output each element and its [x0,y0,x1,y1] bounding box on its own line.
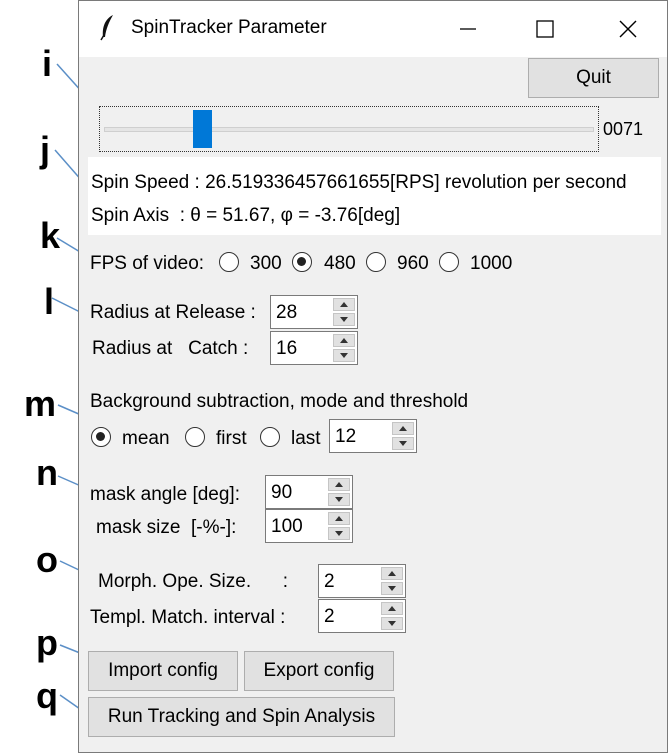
radius-release-label: Radius at Release : [90,302,256,323]
radius-release-down-arrow[interactable] [333,313,355,326]
export-config-button[interactable]: Export config [244,651,394,691]
mask-size-spinbox[interactable]: 100 [265,509,353,543]
spin-result-panel: Spin Speed : 26.519336457661655[RPS] rev… [88,157,661,235]
fps-radio-300[interactable] [219,252,239,272]
callout-p: p [36,622,58,663]
radius-release-spinbox[interactable]: 28 [270,295,358,329]
morph-down-arrow[interactable] [381,582,403,595]
radius-catch-value: 16 [276,338,298,359]
mask-size-value: 100 [271,516,303,537]
templ-value: 2 [324,606,335,627]
callout-m: m [24,383,57,424]
app-window: SpinTracker Parameter Quit 0071 Spin Spe… [78,0,668,753]
fps-label: FPS of video: [90,253,205,274]
morph-value: 2 [324,571,335,592]
spin-speed-text: Spin Speed : 26.519336457661655[RPS] rev… [91,172,627,193]
bg-radio-last[interactable] [260,427,280,447]
slider-value: 0071 [603,119,644,139]
mask-angle-down-arrow[interactable] [328,493,350,506]
callout-l: l [44,281,55,322]
radius-catch-spinbox[interactable]: 16 [270,331,358,365]
bg-option-mean: mean [122,428,170,449]
spin-axis-text: Spin Axis : θ = 51.67, φ = -3.76[deg] [91,205,401,226]
fps-radio-480[interactable] [292,252,312,272]
bg-threshold-up-arrow[interactable] [392,422,414,435]
close-button[interactable] [603,9,653,49]
mask-angle-label: mask angle [deg]: [90,484,240,505]
mask-size-down-arrow[interactable] [328,527,350,540]
morph-spinbox[interactable]: 2 [318,564,406,598]
frame-slider[interactable] [99,106,599,152]
run-analysis-button[interactable]: Run Tracking and Spin Analysis [88,697,395,737]
mask-size-up-arrow[interactable] [328,512,350,525]
morph-up-arrow[interactable] [381,567,403,580]
maximize-button[interactable] [519,9,569,49]
mask-angle-spinbox[interactable]: 90 [265,475,353,509]
bg-radio-mean[interactable] [91,427,111,447]
fps-radio-960[interactable] [366,252,386,272]
window-title: SpinTracker Parameter [131,17,327,38]
morph-label: Morph. Ope. Size. : [98,571,289,592]
bg-threshold-down-arrow[interactable] [392,437,414,450]
background-label: Background subtraction, mode and thresho… [90,391,469,412]
callout-q: q [36,675,58,716]
fps-option-1000: 1000 [470,253,513,274]
minimize-button[interactable] [443,9,493,49]
bg-option-last: last [291,428,321,449]
slider-handle[interactable] [193,110,213,148]
radius-catch-label: Radius at Catch : [92,338,249,359]
minimize-icon [460,28,476,30]
callout-i: i [42,43,53,84]
fps-option-960: 960 [397,253,429,274]
radius-catch-up-arrow[interactable] [333,334,355,347]
templ-up-arrow[interactable] [381,602,403,615]
quit-button[interactable]: Quit [528,58,659,98]
radius-release-up-arrow[interactable] [333,298,355,311]
fps-option-480: 480 [324,253,356,274]
bg-threshold-value: 12 [335,426,357,447]
callout-n: n [36,452,58,493]
mask-angle-up-arrow[interactable] [328,478,350,491]
import-config-button[interactable]: Import config [88,651,238,691]
fps-option-300: 300 [250,253,282,274]
mask-angle-value: 90 [271,482,293,503]
callout-k: k [40,215,61,256]
callout-o: o [36,539,58,580]
bg-radio-first[interactable] [185,427,205,447]
templ-spinbox[interactable]: 2 [318,599,406,633]
maximize-icon [536,20,554,38]
slider-track [104,127,594,132]
title-bar: SpinTracker Parameter [79,1,667,57]
mask-size-label: mask size [-%-]: [96,517,237,538]
bg-option-first: first [216,428,247,449]
bg-threshold-spinbox[interactable]: 12 [329,419,417,453]
close-icon [619,20,637,38]
radius-release-value: 28 [276,302,298,323]
radius-catch-down-arrow[interactable] [333,349,355,362]
templ-down-arrow[interactable] [381,617,403,630]
feather-icon [100,15,113,41]
fps-radio-1000[interactable] [439,252,459,272]
templ-label: Templ. Match. interval : [90,607,286,628]
callout-j: j [40,129,51,170]
